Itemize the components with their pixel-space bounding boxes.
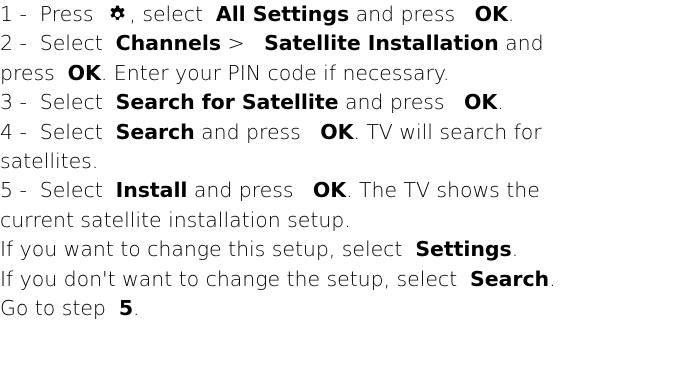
note-go-to-step: Go to step 5.	[0, 295, 140, 320]
step-2: 2 - Select Channels > Satellite Installa…	[0, 31, 544, 56]
instructions-text: 1 - Press , select All Settings and pres…	[0, 0, 678, 323]
note-keep-setup: If you don't want to change the setup, s…	[0, 266, 556, 291]
step-3: 3 - Select Search for Satellite and pres…	[0, 90, 504, 115]
step-number: 3 -	[0, 90, 27, 115]
step-number: 2 -	[0, 31, 27, 56]
step-5: 5 - Select Install and press OK. The TV …	[0, 178, 540, 203]
gear-icon	[110, 5, 125, 20]
step-4-cont: satellites.	[0, 148, 99, 173]
step-number: 1 -	[0, 2, 27, 26]
step-number: 4 -	[0, 119, 27, 144]
step-5-cont: current satellite installation setup.	[0, 207, 351, 232]
step-2-cont: press OK. Enter your PIN code if necessa…	[0, 60, 450, 85]
note-change-setup: If you want to change this setup, select…	[0, 237, 519, 262]
step-1: 1 - Press , select All Settings and pres…	[0, 2, 515, 26]
step-number: 5 -	[0, 178, 27, 203]
step-4: 4 - Select Search and press OK. TV will …	[0, 119, 542, 144]
